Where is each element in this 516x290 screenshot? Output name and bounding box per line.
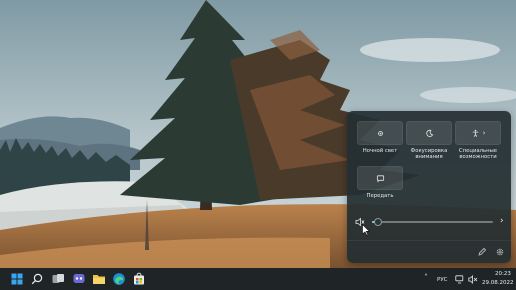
search-icon[interactable] (30, 272, 44, 286)
volume-muted-tray-icon[interactable] (468, 275, 478, 284)
volume-row: › (355, 215, 505, 229)
tile-cast[interactable]: Передать (357, 166, 403, 199)
tray-chevron-up-icon[interactable]: ˄ (424, 273, 428, 282)
night-light-icon (377, 130, 383, 136)
tile-focus-assist-label: Фокусировка внимания (410, 148, 448, 161)
language-indicator[interactable]: РУС (437, 277, 448, 283)
tile-night-light-label: Ночной свет (362, 148, 398, 154)
tile-cast-button[interactable] (357, 166, 403, 190)
pencil-icon[interactable] (477, 247, 487, 257)
windows-start-icon[interactable] (10, 272, 24, 286)
tile-night-light[interactable]: Ночной свет (357, 121, 403, 154)
gear-icon[interactable] (495, 247, 505, 257)
cast-icon (376, 174, 384, 182)
chevron-right-icon: › (482, 129, 486, 137)
quick-settings-panel: Ночной свет Фокусировка внимания › Специ… (347, 111, 511, 263)
task-view-icon[interactable] (51, 272, 65, 286)
volume-slider[interactable] (372, 218, 493, 226)
mouse-cursor-icon (362, 224, 370, 236)
store-icon[interactable] (132, 272, 146, 286)
tile-focus-assist[interactable]: Фокусировка внимания (406, 121, 452, 161)
clock-time[interactable]: 20:23 (495, 271, 511, 277)
audio-output-chevron-icon[interactable]: › (500, 216, 504, 226)
tile-cast-label: Передать (366, 193, 394, 199)
accessibility-icon (472, 129, 478, 137)
tile-night-light-button[interactable] (357, 121, 403, 145)
tile-accessibility[interactable]: › Специальные возможности (455, 121, 501, 161)
quick-settings-footer (347, 240, 511, 263)
tile-focus-assist-button[interactable] (406, 121, 452, 145)
teams-chat-icon[interactable] (72, 272, 86, 286)
tile-accessibility-button[interactable]: › (455, 121, 501, 145)
network-icon[interactable] (455, 275, 465, 284)
tile-accessibility-label: Специальные возможности (458, 148, 498, 161)
clock-date[interactable]: 29.08.2022 (482, 280, 514, 286)
edge-icon[interactable] (112, 272, 126, 286)
file-explorer-icon[interactable] (92, 272, 106, 286)
moon-icon (425, 129, 433, 137)
volume-slider-thumb[interactable] (374, 218, 383, 226)
